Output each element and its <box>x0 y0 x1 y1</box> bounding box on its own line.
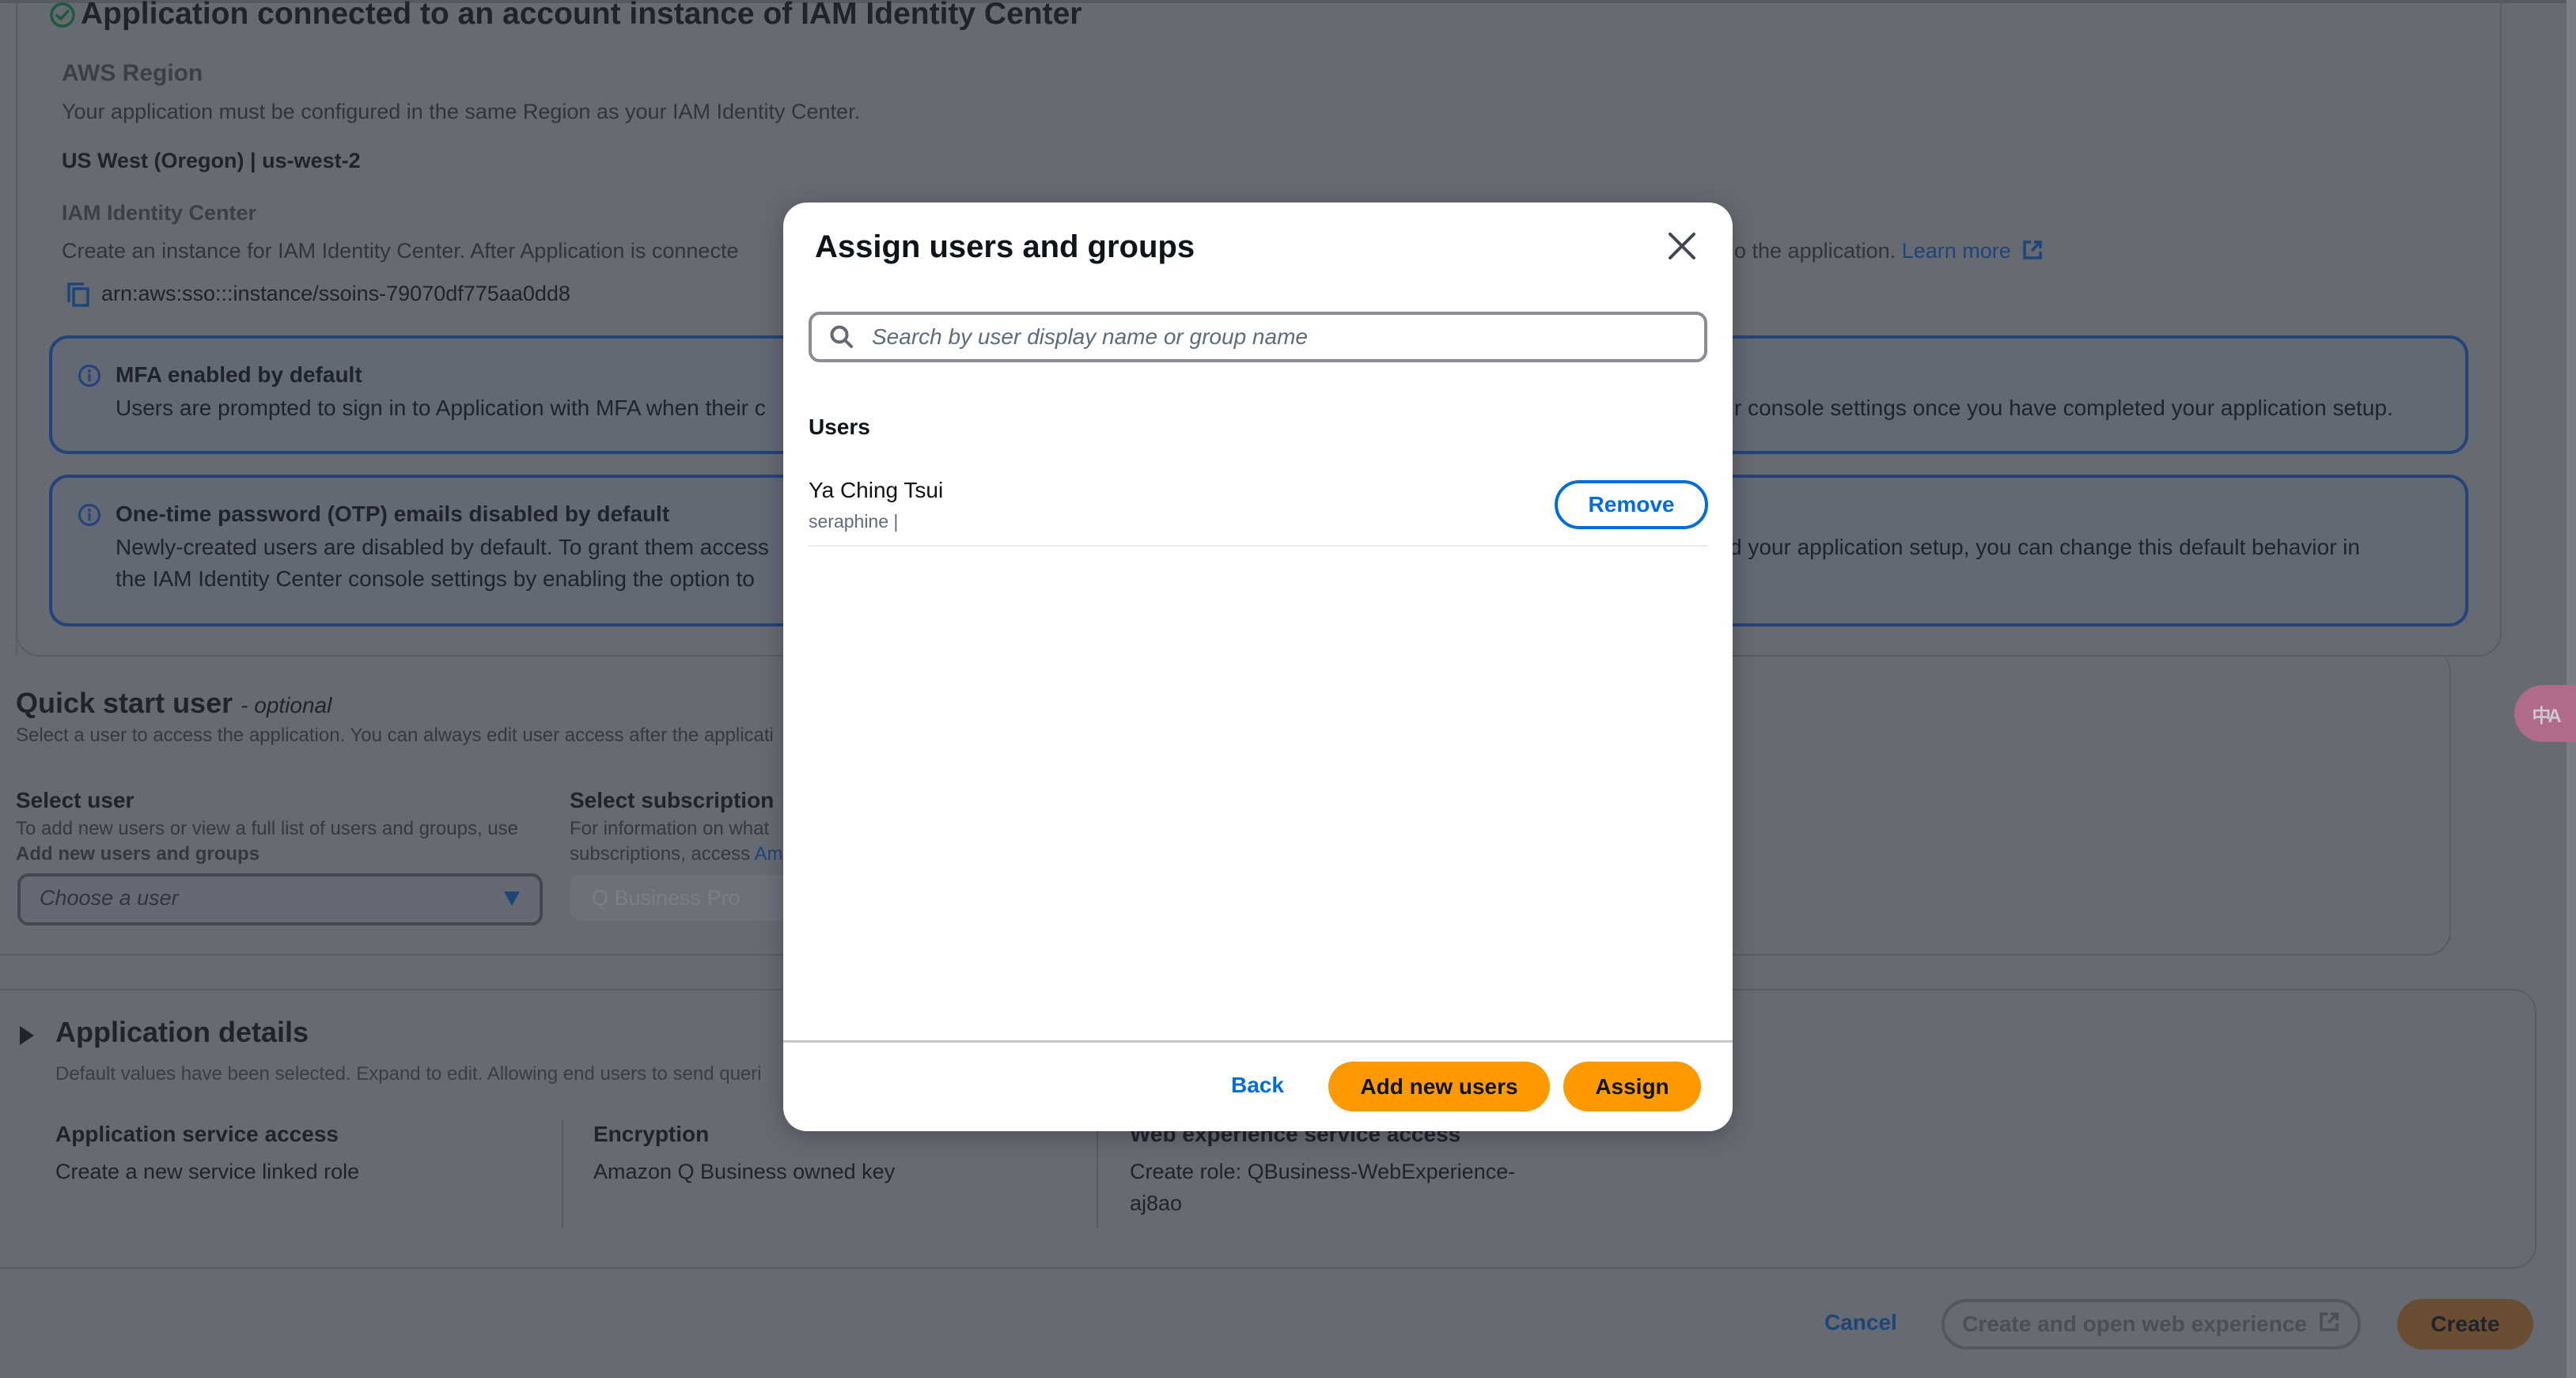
user-username: seraphine | <box>809 511 899 532</box>
aws-region-label: AWS Region <box>62 60 203 86</box>
success-check-icon <box>49 2 76 28</box>
copy-icon[interactable] <box>66 282 90 307</box>
application-details-description: Default values have been selected. Expan… <box>55 1063 762 1085</box>
add-new-users-button[interactable]: Add new users <box>1328 1062 1550 1111</box>
list-divider <box>809 545 1707 547</box>
iam-description-left: Create an instance for IAM Identity Cent… <box>62 239 739 263</box>
modal-footer-divider <box>783 1040 1733 1043</box>
assign-users-modal: Assign users and groups Users Ya Ching T… <box>783 203 1733 1131</box>
external-link-icon <box>2318 1311 2340 1338</box>
info-icon <box>78 364 101 392</box>
iam-description-right-text: o the application. <box>1734 239 1896 263</box>
users-heading: Users <box>809 415 870 439</box>
external-link-icon <box>2021 239 2044 267</box>
iam-description-right: o the application. Learn more <box>1734 239 2044 267</box>
otp-alert-title: One-time password (OTP) emails disabled … <box>116 502 670 526</box>
close-button[interactable] <box>1663 227 1701 265</box>
column-divider <box>1097 1120 1098 1228</box>
info-icon <box>78 503 101 531</box>
connected-heading: Application connected to an account inst… <box>81 0 1082 31</box>
mfa-alert-text-right: r console settings once you have complet… <box>1734 396 2393 420</box>
remove-user-button[interactable]: Remove <box>1555 480 1708 529</box>
back-button[interactable]: Back <box>1231 1073 1284 1098</box>
assign-button[interactable]: Assign <box>1563 1062 1701 1111</box>
translate-icon: 中A <box>2532 705 2561 727</box>
close-icon <box>1669 233 1695 259</box>
user-list-item: Ya Ching Tsui seraphine | Remove <box>809 471 1708 547</box>
learn-more-link[interactable]: Learn more <box>1902 239 2011 263</box>
cancel-button[interactable]: Cancel <box>1824 1310 1897 1335</box>
iam-identity-center-label: IAM Identity Center <box>62 201 257 225</box>
create-button[interactable]: Create <box>2397 1299 2533 1350</box>
otp-alert-line2-left: the IAM Identity Center console settings… <box>116 566 755 591</box>
aws-region-description: Your application must be configured in t… <box>62 100 861 123</box>
service-access-value: Create a new service linked role <box>55 1160 360 1183</box>
search-field[interactable] <box>809 312 1707 362</box>
instance-arn: arn:aws:sso:::instance/ssoins-79070df775… <box>101 282 570 305</box>
search-icon <box>829 324 854 350</box>
translate-button[interactable]: 中A <box>2514 685 2576 742</box>
search-input[interactable] <box>870 324 1704 350</box>
mfa-alert-text-left: Users are prompted to sign in to Applica… <box>116 396 766 420</box>
user-display-name: Ya Ching Tsui <box>809 478 944 502</box>
create-and-open-web-experience-button[interactable]: Create and open web experience <box>1941 1299 2361 1350</box>
modal-title: Assign users and groups <box>815 229 1195 264</box>
create-and-open-label: Create and open web experience <box>1962 1312 2307 1336</box>
expand-caret-icon[interactable] <box>19 1025 35 1050</box>
web-experience-value-line1: Create role: QBusiness-WebExperience- <box>1130 1160 1516 1183</box>
application-details-title[interactable]: Application details <box>55 1016 309 1049</box>
column-divider <box>562 1120 563 1228</box>
web-experience-value-line2: aj8ao <box>1130 1191 1183 1215</box>
aws-region-value: US West (Oregon) | us-west-2 <box>62 149 361 172</box>
otp-alert-line1-left: Newly-created users are disabled by defa… <box>116 535 769 559</box>
service-access-label: Application service access <box>55 1122 339 1146</box>
otp-alert-line1-right: d your application setup, you can change… <box>1729 535 2360 559</box>
encryption-value: Amazon Q Business owned key <box>593 1160 896 1183</box>
encryption-label: Encryption <box>593 1122 710 1146</box>
mfa-alert-title: MFA enabled by default <box>116 362 362 387</box>
